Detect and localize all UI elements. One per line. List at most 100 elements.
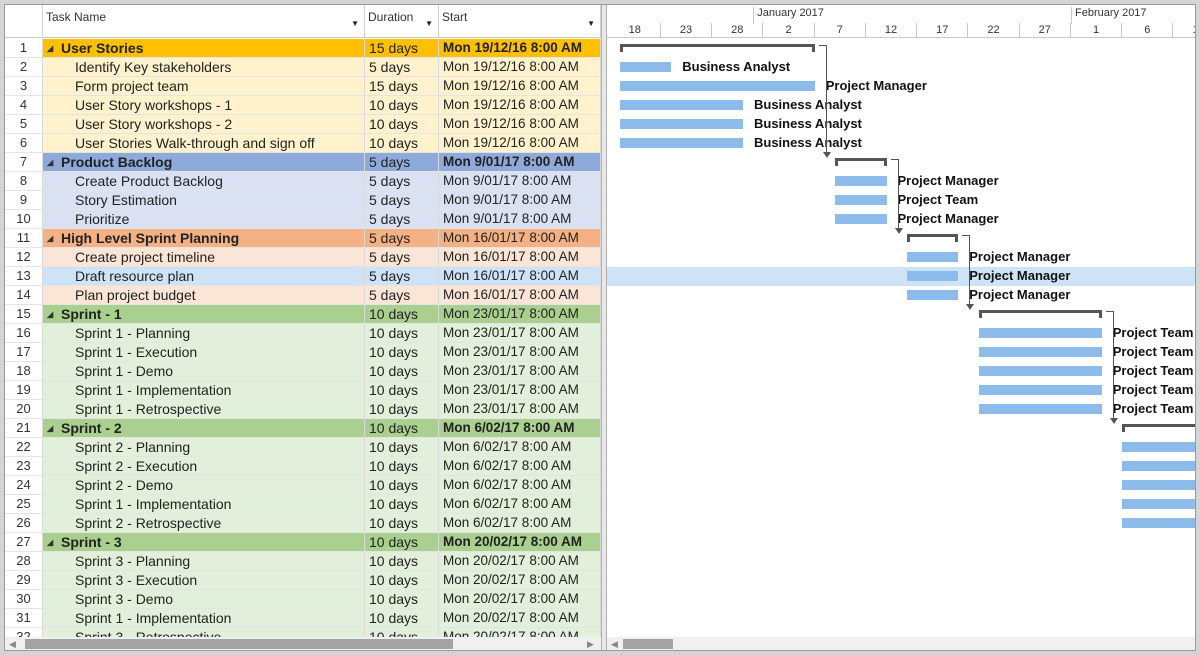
task-name-cell[interactable]: User Stories Walk-through and sign off [43,134,365,153]
duration-cell[interactable]: 10 days [365,495,439,514]
task-name-cell[interactable]: Sprint 2 - Planning [43,438,365,457]
summary-task-row[interactable]: 15 ◢ Sprint - 1 10 days Mon 23/01/17 8:00 AM [5,305,601,324]
task-bar[interactable] [907,252,959,262]
task-row[interactable]: 2 Identify Key stakeholders 5 days Mon 19/1… [5,58,601,77]
dropdown-arrow-icon[interactable]: ▼ [425,19,433,28]
task-name-cell[interactable]: Sprint 2 - Demo [43,476,365,495]
task-name-cell[interactable]: Sprint 3 - Planning [43,552,365,571]
row-number[interactable]: 19 [5,381,43,400]
task-bar[interactable] [620,138,743,148]
task-bar[interactable] [835,214,887,224]
start-cell[interactable]: Mon 16/01/17 8:00 AM [439,267,601,286]
task-name-cell[interactable]: Identify Key stakeholders [43,58,365,77]
start-cell[interactable]: Mon 19/12/16 8:00 AM [439,134,601,153]
task-bar[interactable] [978,347,1102,357]
task-bar[interactable] [978,404,1102,414]
task-name-cell[interactable]: ◢ Sprint - 3 [43,533,365,552]
duration-cell[interactable]: 10 days [365,571,439,590]
row-number[interactable]: 1 [5,39,43,58]
start-cell[interactable]: Mon 19/12/16 8:00 AM [439,77,601,96]
collapse-triangle-icon[interactable]: ◢ [47,154,61,171]
task-bar[interactable] [835,195,887,205]
collapse-triangle-icon[interactable]: ◢ [47,40,61,57]
summary-task-row[interactable]: 11 ◢ High Level Sprint Planning 5 days Mon 1… [5,229,601,248]
row-number[interactable]: 2 [5,58,43,77]
task-row[interactable]: 13 Draft resource plan 5 days Mon 16/01/17 … [5,267,601,286]
task-row[interactable]: 23 Sprint 2 - Execution 10 days Mon 6/02/17… [5,457,601,476]
task-name-cell[interactable]: User Story workshops - 1 [43,96,365,115]
row-number[interactable]: 3 [5,77,43,96]
task-bar[interactable] [1122,518,1195,528]
task-row[interactable]: 12 Create project timeline 5 days Mon 16/01… [5,248,601,267]
collapse-triangle-icon[interactable]: ◢ [47,306,61,323]
task-name-cell[interactable]: Story Estimation [43,191,365,210]
task-name-cell[interactable]: Plan project budget [43,286,365,305]
task-name-cell[interactable]: ◢ High Level Sprint Planning [43,229,365,248]
scroll-left-icon[interactable]: ◀ [9,637,16,650]
task-bar[interactable] [1122,442,1195,452]
task-name-cell[interactable]: ◢ Product Backlog [43,153,365,172]
duration-cell[interactable]: 15 days [365,39,439,58]
task-row[interactable]: 29 Sprint 3 - Execution 10 days Mon 20/02/1… [5,571,601,590]
task-bar[interactable] [978,328,1102,338]
start-cell[interactable]: Mon 23/01/17 8:00 AM [439,362,601,381]
task-row[interactable]: 20 Sprint 1 - Retrospective 10 days Mon 23/… [5,400,601,419]
row-number[interactable]: 12 [5,248,43,267]
task-row[interactable]: 19 Sprint 1 - Implementation 10 days Mon 23… [5,381,601,400]
task-name-cell[interactable]: Form project team [43,77,365,96]
start-cell[interactable]: Mon 23/01/17 8:00 AM [439,305,601,324]
duration-cell[interactable]: 10 days [365,590,439,609]
row-number[interactable]: 7 [5,153,43,172]
duration-cell[interactable]: 10 days [365,438,439,457]
task-bar[interactable] [835,176,887,186]
task-row[interactable]: 10 Prioritize 5 days Mon 9/01/17 8:00 AM [5,210,601,229]
duration-cell[interactable]: 5 days [365,267,439,286]
task-bar[interactable] [1122,461,1195,471]
duration-cell[interactable]: 10 days [365,362,439,381]
task-row[interactable]: 30 Sprint 3 - Demo 10 days Mon 20/02/17 8:0… [5,590,601,609]
row-number[interactable]: 28 [5,552,43,571]
task-row[interactable]: 26 Sprint 2 - Retrospective 10 days Mon 6/0… [5,514,601,533]
column-header-duration[interactable]: Duration ▼ [365,5,439,38]
start-cell[interactable]: Mon 9/01/17 8:00 AM [439,172,601,191]
task-bar[interactable] [907,290,959,300]
row-number[interactable]: 6 [5,134,43,153]
start-cell[interactable]: Mon 19/12/16 8:00 AM [439,115,601,134]
task-name-cell[interactable]: Sprint 1 - Implementation [43,495,365,514]
task-name-cell[interactable]: Create project timeline [43,248,365,267]
duration-cell[interactable]: 10 days [365,457,439,476]
duration-cell[interactable]: 10 days [365,305,439,324]
row-number[interactable]: 14 [5,286,43,305]
start-cell[interactable]: Mon 6/02/17 8:00 AM [439,457,601,476]
summary-bar[interactable] [835,158,887,166]
column-header-task-name[interactable]: Task Name ▼ [43,5,365,38]
gantt-horizontal-scrollbar[interactable]: ◀ [607,637,1195,650]
start-cell[interactable]: Mon 6/02/17 8:00 AM [439,495,601,514]
scrollbar-thumb[interactable] [25,639,453,649]
start-cell[interactable]: Mon 9/01/17 8:00 AM [439,191,601,210]
task-name-cell[interactable]: ◢ Sprint - 2 [43,419,365,438]
row-number[interactable]: 8 [5,172,43,191]
task-bar[interactable] [620,62,672,72]
row-number[interactable]: 30 [5,590,43,609]
task-row[interactable]: 8 Create Product Backlog 5 days Mon 9/01/17… [5,172,601,191]
start-cell[interactable]: Mon 20/02/17 8:00 AM [439,609,601,628]
duration-cell[interactable]: 10 days [365,115,439,134]
start-cell[interactable]: Mon 16/01/17 8:00 AM [439,286,601,305]
start-cell[interactable]: Mon 20/02/17 8:00 AM [439,533,601,552]
task-row[interactable]: 4 User Story workshops - 1 10 days Mon 19/1… [5,96,601,115]
collapse-triangle-icon[interactable]: ◢ [47,230,61,247]
task-name-cell[interactable]: ◢ User Stories [43,39,365,58]
duration-cell[interactable]: 5 days [365,191,439,210]
duration-cell[interactable]: 15 days [365,77,439,96]
task-name-cell[interactable]: Prioritize [43,210,365,229]
row-number[interactable]: 18 [5,362,43,381]
duration-cell[interactable]: 10 days [365,134,439,153]
summary-task-row[interactable]: 27 ◢ Sprint - 3 10 days Mon 20/02/17 8:00 AM [5,533,601,552]
task-name-cell[interactable]: Create Product Backlog [43,172,365,191]
duration-cell[interactable]: 5 days [365,286,439,305]
duration-cell[interactable]: 10 days [365,533,439,552]
collapse-triangle-icon[interactable]: ◢ [47,420,61,437]
task-row[interactable]: 31 Sprint 1 - Implementation 10 days Mon 20… [5,609,601,628]
row-number[interactable]: 4 [5,96,43,115]
